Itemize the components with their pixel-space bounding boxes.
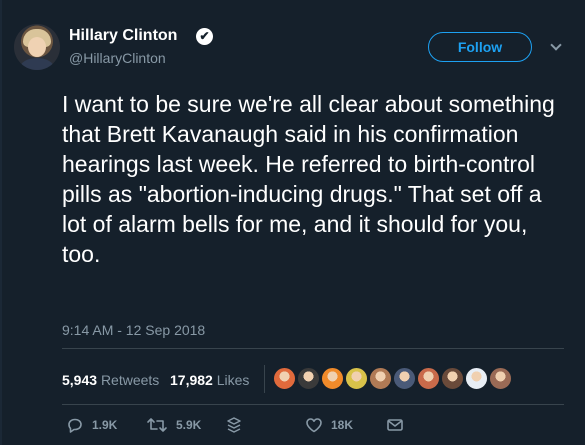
stack-button[interactable] xyxy=(226,414,242,436)
chevron-down-icon[interactable] xyxy=(550,39,562,51)
retweets-label: Retweets xyxy=(100,372,160,388)
likes-label: Likes xyxy=(216,372,250,388)
like-button[interactable]: 18K xyxy=(305,414,353,436)
direct-message-button[interactable] xyxy=(386,414,404,436)
liker-avatar[interactable] xyxy=(320,366,345,391)
retweet-count: 5.9K xyxy=(176,418,202,432)
reply-button[interactable]: 1.9K xyxy=(66,414,117,436)
tweet-header: Hillary Clinton ✔ @HillaryClinton Follow xyxy=(14,24,574,76)
retweets-stat[interactable]: 5,943 Retweets xyxy=(62,372,159,388)
likes-stat[interactable]: 17,982 Likes xyxy=(170,372,249,388)
liker-avatar[interactable] xyxy=(440,366,465,391)
stack-icon xyxy=(226,416,242,434)
liker-avatar[interactable] xyxy=(344,366,369,391)
liker-avatar[interactable] xyxy=(416,366,441,391)
retweets-count: 5,943 xyxy=(62,372,98,388)
liker-avatar[interactable] xyxy=(272,366,297,391)
divider xyxy=(62,348,564,349)
liker-avatar[interactable] xyxy=(392,366,417,391)
stats-separator xyxy=(264,365,265,393)
thread-rule xyxy=(0,0,2,445)
heart-icon xyxy=(305,416,323,434)
liker-avatar[interactable] xyxy=(464,366,489,391)
liker-avatar[interactable] xyxy=(488,366,513,391)
tweet-text: I want to be sure we're all clear about … xyxy=(62,91,555,267)
reply-count: 1.9K xyxy=(92,418,118,432)
retweet-button[interactable]: 5.9K xyxy=(146,414,201,436)
author-handle[interactable]: @HillaryClinton xyxy=(69,50,166,66)
divider xyxy=(62,404,564,405)
tweet-timestamp[interactable]: 9:14 AM - 12 Sep 2018 xyxy=(62,322,205,338)
envelope-icon xyxy=(386,416,404,434)
author-avatar[interactable] xyxy=(14,24,60,70)
verified-badge-icon: ✔ xyxy=(196,28,213,45)
reply-icon xyxy=(66,416,84,434)
liker-avatar[interactable] xyxy=(296,366,321,391)
retweet-icon xyxy=(146,416,168,434)
follow-button[interactable]: Follow xyxy=(428,32,532,62)
likes-count: 17,982 xyxy=(170,372,213,388)
author-name[interactable]: Hillary Clinton xyxy=(69,27,177,45)
like-count: 18K xyxy=(331,418,354,432)
liker-avatar[interactable] xyxy=(368,366,393,391)
